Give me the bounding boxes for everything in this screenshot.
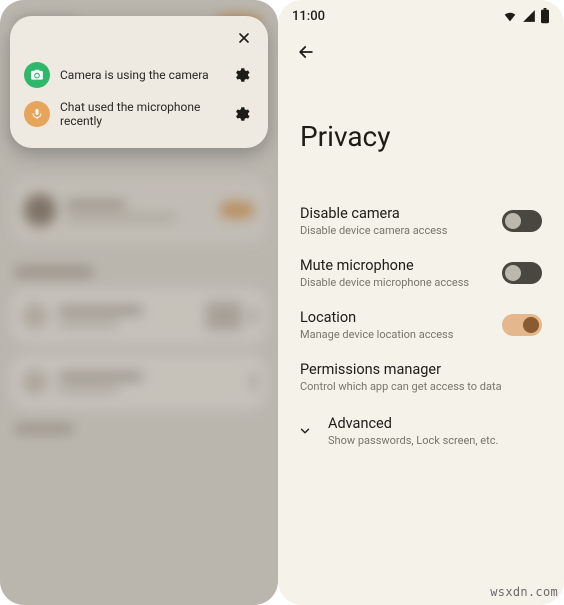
chat-app-icon	[24, 101, 50, 127]
status-bar: 11:00	[278, 0, 564, 32]
popup-row-label: Camera is using the camera	[60, 68, 218, 82]
setting-title: Permissions manager	[300, 361, 542, 378]
setting-subtitle: Manage device location access	[300, 328, 502, 341]
page-title: Privacy	[278, 72, 564, 195]
setting-title: Location	[300, 309, 502, 326]
phone-right: 11:00 Privacy Disable camera Disable dev…	[278, 0, 564, 605]
gear-icon	[232, 66, 250, 84]
expand-chevron[interactable]	[296, 422, 314, 440]
setting-subtitle: Show passwords, Lock screen, etc.	[328, 434, 542, 447]
setting-subtitle: Control which app can get access to data	[300, 380, 542, 393]
close-icon	[236, 30, 252, 46]
setting-title: Advanced	[328, 415, 542, 432]
setting-mute-microphone[interactable]: Mute microphone Disable device microphon…	[300, 247, 542, 299]
sensor-usage-popup: Camera is using the camera Chat used the…	[10, 16, 268, 148]
setting-advanced[interactable]: Advanced Show passwords, Lock screen, et…	[296, 403, 542, 459]
watermark: wsxdn.com	[490, 585, 558, 599]
camera-icon	[30, 68, 44, 82]
toggle-mute-microphone[interactable]	[502, 262, 542, 284]
popup-row-camera: Camera is using the camera	[22, 56, 256, 94]
settings-list: Disable camera Disable device camera acc…	[278, 195, 564, 459]
back-button[interactable]	[288, 34, 324, 70]
gear-icon	[232, 105, 250, 123]
camera-app-icon	[24, 62, 50, 88]
status-time: 11:00	[292, 9, 325, 24]
popup-row-label: Chat used the microphone recently	[60, 100, 218, 128]
settings-gear-button[interactable]	[228, 101, 254, 127]
settings-gear-button[interactable]	[228, 62, 254, 88]
signal-icon	[522, 9, 536, 23]
toggle-disable-camera[interactable]	[502, 210, 542, 232]
setting-title: Disable camera	[300, 205, 502, 222]
status-icons	[502, 8, 550, 24]
setting-location[interactable]: Location Manage device location access	[300, 299, 542, 351]
setting-subtitle: Disable device camera access	[300, 224, 502, 237]
microphone-icon	[31, 108, 43, 120]
wifi-icon	[502, 8, 518, 24]
setting-permissions-manager[interactable]: Permissions manager Control which app ca…	[300, 351, 542, 403]
close-button[interactable]	[232, 26, 256, 50]
toggle-location[interactable]	[502, 314, 542, 336]
battery-icon	[540, 8, 550, 24]
setting-subtitle: Disable device microphone access	[300, 276, 502, 289]
setting-disable-camera[interactable]: Disable camera Disable device camera acc…	[300, 195, 542, 247]
phone-left: Camera is using the camera Chat used the…	[0, 0, 278, 605]
back-arrow-icon	[296, 42, 316, 62]
chevron-down-icon	[298, 424, 312, 438]
setting-title: Mute microphone	[300, 257, 502, 274]
popup-row-microphone: Chat used the microphone recently	[22, 94, 256, 134]
